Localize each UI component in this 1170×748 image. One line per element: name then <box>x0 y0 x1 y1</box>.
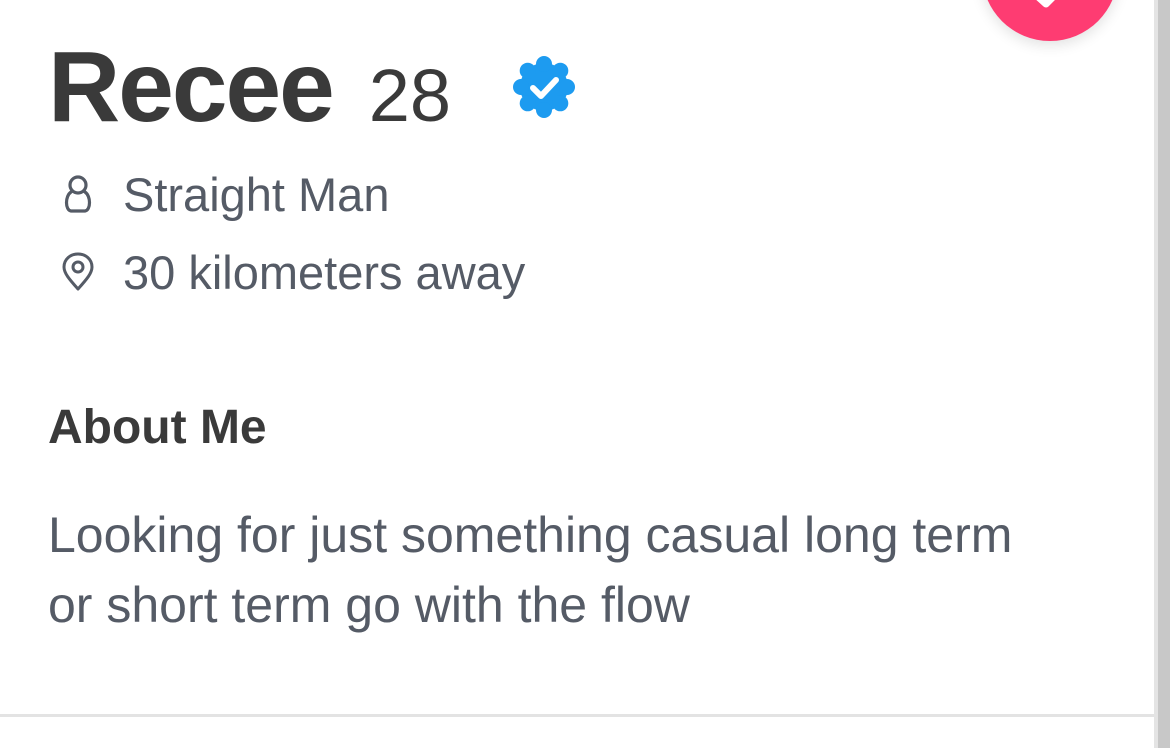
profile-name: Recee <box>48 31 335 143</box>
profile-page: Recee 28 Straight Man 30 kilometers away… <box>0 0 1170 748</box>
person-icon <box>60 174 96 214</box>
scrollbar[interactable] <box>1154 0 1170 748</box>
profile-age: 28 <box>368 54 451 137</box>
section-divider <box>0 714 1154 717</box>
name-age-row: Recee 28 <box>48 30 451 143</box>
location-pin-icon <box>60 252 96 292</box>
about-me-text: Looking for just something casual long t… <box>48 507 1013 633</box>
gender-label: Straight Man <box>123 167 390 221</box>
distance-row: 30 kilometers away <box>60 242 525 302</box>
check-icon <box>1036 0 1055 8</box>
verified-badge-icon[interactable] <box>512 55 576 119</box>
gender-row: Straight Man <box>60 164 389 224</box>
like-button[interactable] <box>982 0 1118 41</box>
about-me-heading: About Me <box>48 401 267 454</box>
distance-label: 30 kilometers away <box>123 245 526 299</box>
